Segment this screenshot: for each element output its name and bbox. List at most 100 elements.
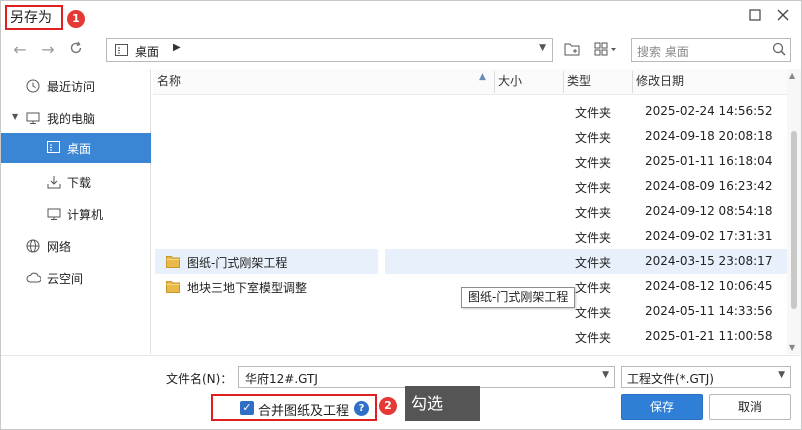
step-1-badge: 1 — [67, 10, 85, 28]
file-modified: 2024-09-02 17:31:31 — [645, 229, 773, 243]
table-row[interactable]: 图纸-门式刚架工程 文件夹 2024-03-15 23:08:17 — [153, 249, 787, 274]
file-modified: 2024-09-12 08:54:18 — [645, 204, 773, 218]
column-header-size[interactable]: 大小 — [498, 72, 522, 94]
column-divider[interactable] — [494, 71, 495, 93]
scroll-down-icon[interactable]: ▼ — [789, 343, 795, 352]
tooltip: 图纸-门式刚架工程 — [461, 287, 576, 308]
expand-arrow-icon[interactable]: ▼ — [12, 112, 18, 121]
file-modified: 2024-03-15 23:08:17 — [645, 254, 773, 268]
step-2-badge: 2 — [379, 397, 397, 415]
globe-icon — [26, 239, 40, 253]
chevron-down-icon[interactable]: ▼ — [778, 370, 785, 380]
file-modified: 2024-05-11 14:33:56 — [645, 304, 773, 318]
file-type: 文件夹 — [575, 131, 612, 145]
folder-icon — [166, 280, 180, 293]
address-bar[interactable]: 桌面 ▶ ▼ — [106, 38, 553, 62]
dialog-title: 另存为 — [10, 10, 52, 26]
table-row[interactable]: 文件夹 2025-01-21 11:00:58 — [153, 324, 787, 349]
monitor-icon — [47, 207, 61, 221]
search-placeholder: 搜索 桌面 — [637, 45, 689, 59]
table-row[interactable]: 文件夹 2024-09-18 20:08:18 — [153, 124, 787, 149]
sidebar-item-label: 桌面 — [67, 142, 92, 156]
file-type: 文件夹 — [575, 156, 612, 170]
merge-checkbox[interactable]: ✓ — [240, 401, 254, 415]
merge-highlight-box: ✓ 合并图纸及工程 ? — [211, 394, 377, 421]
sidebar-item-label: 最近访问 — [47, 80, 96, 94]
file-list: 名称 ▲ 大小 类型 修改日期 文件夹 2025-02-24 14:56:52 … — [153, 69, 787, 354]
folder-icon — [166, 255, 180, 268]
file-type: 文件夹 — [575, 181, 612, 195]
file-type: 文件夹 — [575, 206, 612, 220]
new-folder-icon[interactable] — [564, 42, 580, 60]
close-icon[interactable] — [773, 7, 793, 27]
table-row[interactable]: 文件夹 2024-08-09 16:23:42 — [153, 174, 787, 199]
address-path[interactable]: 桌面 — [135, 43, 159, 60]
file-modified: 2025-02-24 14:56:52 — [645, 104, 773, 118]
sidebar-item-label: 下载 — [67, 176, 92, 190]
sort-ascending-icon: ▲ — [479, 72, 486, 82]
save-button[interactable]: 保存 — [621, 394, 703, 420]
maximize-icon[interactable] — [745, 7, 765, 27]
help-icon[interactable]: ? — [354, 401, 369, 416]
column-header-type[interactable]: 类型 — [567, 72, 591, 94]
view-options-icon[interactable] — [594, 42, 618, 60]
sidebar-item-downloads[interactable]: 下载 — [1, 168, 151, 196]
table-row[interactable]: 文件夹 2024-09-12 08:54:18 — [153, 199, 787, 224]
file-type: 文件夹 — [575, 106, 612, 120]
filename-value[interactable]: 华府12#.GTJ — [245, 370, 318, 387]
table-row[interactable]: 文件夹 2024-09-02 17:31:31 — [153, 224, 787, 249]
navigation-sidebar: 最近访问 ▼ 我的电脑 桌面 下载 计算机 网络 云空间 — [1, 69, 151, 354]
sidebar-item-cloud[interactable]: 云空间 — [1, 264, 151, 292]
sidebar-item-recent[interactable]: 最近访问 — [1, 72, 151, 100]
filename-label: 文件名(N)： — [166, 372, 233, 386]
clock-icon — [26, 79, 40, 93]
breadcrumb-chevron-icon[interactable]: ▶ — [173, 42, 181, 53]
computer-icon — [26, 111, 40, 125]
file-name: 图纸-门式刚架工程 — [187, 256, 288, 270]
scroll-up-icon[interactable]: ▲ — [789, 71, 795, 80]
file-type: 文件夹 — [575, 306, 612, 320]
file-modified: 2025-01-21 11:00:58 — [645, 329, 773, 343]
chevron-down-icon[interactable]: ▼ — [602, 370, 609, 380]
file-type: 文件夹 — [575, 256, 612, 270]
column-header-name[interactable]: 名称 — [157, 72, 181, 94]
sidebar-item-my-computer[interactable]: ▼ 我的电脑 — [1, 104, 151, 132]
callout-label: 勾选 — [405, 386, 480, 421]
filetype-value: 工程文件(*.GTJ) — [627, 372, 714, 386]
filename-field[interactable]: 华府12#.GTJ ▼ — [238, 366, 615, 388]
sidebar-item-label: 计算机 — [67, 208, 104, 222]
download-icon — [47, 175, 61, 189]
back-arrow-icon[interactable]: ← — [9, 39, 31, 61]
table-row[interactable]: 文件夹 2025-02-24 14:56:52 — [153, 99, 787, 124]
file-type: 文件夹 — [575, 331, 612, 345]
title-bar: 另存为 1 — [1, 1, 801, 33]
merge-label[interactable]: 合并图纸及工程 — [258, 400, 349, 419]
scroll-thumb[interactable] — [791, 131, 797, 309]
sidebar-item-label: 云空间 — [47, 272, 84, 286]
file-modified: 2024-08-12 10:06:45 — [645, 279, 773, 293]
desktop-icon — [47, 141, 61, 155]
sidebar-item-desktop[interactable]: 桌面 — [1, 133, 151, 163]
column-divider[interactable] — [563, 71, 564, 93]
column-header-modified[interactable]: 修改日期 — [636, 72, 684, 94]
file-modified: 2024-09-18 20:08:18 — [645, 129, 773, 143]
refresh-icon[interactable] — [65, 39, 87, 61]
cancel-button[interactable]: 取消 — [709, 394, 791, 420]
table-row[interactable]: 文件夹 2025-01-11 16:18:04 — [153, 149, 787, 174]
filetype-select[interactable]: 工程文件(*.GTJ) ▼ — [621, 366, 791, 388]
file-type: 文件夹 — [575, 231, 612, 245]
column-divider[interactable] — [632, 71, 633, 93]
search-input[interactable]: 搜索 桌面 — [631, 38, 791, 62]
desktop-icon — [115, 44, 128, 59]
search-icon[interactable] — [772, 42, 786, 59]
column-header-row — [153, 69, 787, 95]
sidebar-item-network[interactable]: 网络 — [1, 232, 151, 260]
cloud-icon — [26, 271, 42, 285]
address-dropdown-icon[interactable]: ▼ — [539, 43, 546, 53]
save-options-panel: 文件名(N)： 华府12#.GTJ ▼ 工程文件(*.GTJ) ▼ ✓ 合并图纸… — [1, 355, 801, 430]
sidebar-item-this-pc[interactable]: 计算机 — [1, 200, 151, 228]
forward-arrow-icon[interactable]: → — [37, 39, 59, 61]
vertical-scrollbar[interactable]: ▲ ▼ — [787, 69, 801, 354]
sidebar-item-label: 我的电脑 — [47, 112, 96, 126]
file-modified: 2024-08-09 16:23:42 — [645, 179, 773, 193]
